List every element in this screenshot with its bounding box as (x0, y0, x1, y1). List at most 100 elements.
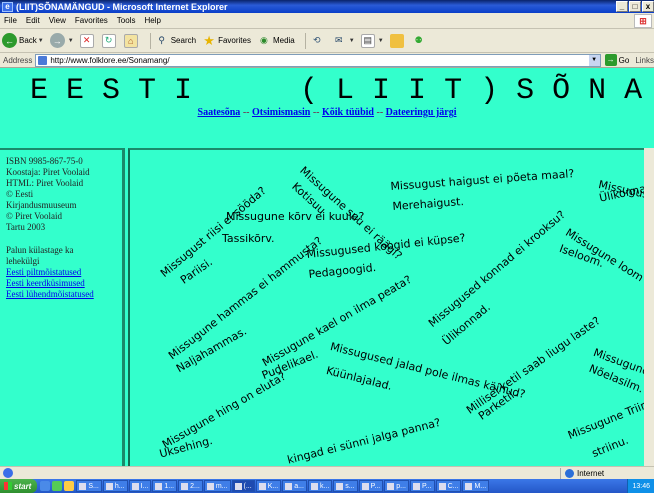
address-dropdown-icon[interactable]: ▼ (588, 54, 600, 66)
close-button[interactable]: x (642, 1, 654, 12)
task-label: P... (370, 482, 381, 490)
menu-favorites[interactable]: Favorites (75, 16, 108, 25)
task-label: 2... (190, 482, 200, 490)
media-button[interactable]: ◉ Media (257, 34, 295, 48)
vertical-scrollbar[interactable] (644, 148, 654, 466)
search-button[interactable]: ⚲ Search (155, 34, 196, 48)
minimize-button[interactable]: _ (616, 1, 628, 12)
taskbar-button[interactable]: 2... (178, 480, 203, 492)
task-icon (258, 482, 266, 490)
internet-globe-icon (565, 469, 574, 478)
home-button[interactable]: ⌂ (123, 33, 140, 48)
mail-dropdown-icon[interactable]: ▼ (349, 38, 355, 44)
taskbar-button[interactable]: P... (358, 480, 384, 492)
quicklaunch-desktop-icon[interactable] (52, 481, 63, 491)
stop-button[interactable]: ✕ (79, 33, 96, 48)
edit-dropdown-icon[interactable]: ▼ (378, 38, 384, 44)
task-icon (465, 482, 473, 490)
refresh-icon: ↻ (101, 33, 116, 48)
task-label: a... (294, 482, 304, 490)
task-icon (234, 482, 242, 490)
back-button[interactable]: ← Back ▼ (2, 33, 44, 48)
refresh-button[interactable]: ↻ (101, 33, 118, 48)
task-icon (412, 482, 420, 490)
back-arrow-icon: ← (2, 33, 17, 48)
quicklaunch-folder-icon[interactable] (64, 481, 75, 491)
home-icon: ⌂ (123, 33, 138, 48)
menu-edit[interactable]: Edit (26, 16, 40, 25)
task-label: (... (243, 482, 252, 490)
history-button[interactable]: ⟲ (310, 34, 326, 48)
standard-toolbar: ← Back ▼ → ▼ ✕ ↻ ⌂ ⚲ Search ★ Favorites … (0, 29, 654, 53)
taskbar-button-active[interactable]: (... (231, 480, 255, 492)
nav-separator: -- (373, 107, 386, 118)
taskbar-button[interactable]: p... (384, 480, 409, 492)
menu-tools[interactable]: Tools (117, 16, 136, 25)
quicklaunch-ie-icon[interactable] (40, 481, 51, 491)
start-button[interactable]: start (0, 479, 38, 493)
task-label: I... (140, 482, 149, 490)
forward-button[interactable]: → ▼ (49, 33, 74, 48)
taskbar-button[interactable]: m... (203, 480, 231, 492)
menu-view[interactable]: View (49, 16, 66, 25)
back-dropdown-icon[interactable]: ▼ (38, 38, 44, 44)
nav-koik-tuubid-link[interactable]: Kõik tüübid (322, 107, 374, 118)
task-label: h... (114, 482, 125, 490)
taskbar-button[interactable]: M... (462, 480, 490, 492)
taskbar-button[interactable]: S... (76, 480, 102, 492)
forward-dropdown-icon[interactable]: ▼ (68, 38, 74, 44)
mail-button[interactable]: ✉ ▼ (332, 34, 355, 48)
favorites-button[interactable]: ★ Favorites (202, 33, 251, 48)
taskbar-button[interactable]: s... (333, 480, 358, 492)
nav-dateeringu-jargi-link[interactable]: Dateeringu järgi (386, 107, 457, 118)
menu-file[interactable]: File (4, 16, 17, 25)
task-label: M... (474, 482, 487, 490)
taskbar-button[interactable]: K... (255, 480, 282, 492)
riddle-question: Missugune Triin (566, 398, 650, 443)
task-icon (155, 482, 163, 490)
links-toolbar[interactable]: Links (635, 56, 654, 65)
nav-separator: -- (310, 107, 322, 118)
taskbar-button[interactable]: 1... (152, 480, 178, 492)
taskbar-button[interactable]: C... (435, 480, 462, 492)
task-label: P... (421, 482, 432, 490)
folder-button[interactable] (389, 33, 406, 48)
task-label: S... (88, 482, 99, 490)
go-button[interactable]: → Go (604, 54, 629, 66)
place-year-text: Tartu 2003 (6, 222, 46, 232)
riddle-question: Millisel ketil saab liugu laste? (464, 314, 603, 417)
system-tray: 13:46 (627, 479, 654, 493)
ie-app-icon: e (2, 1, 13, 12)
task-icon (336, 482, 344, 490)
print-button[interactable]: ▤ ▼ (360, 33, 384, 48)
compiler-text: Koostaja: Piret Voolaid (6, 167, 90, 177)
media-label: Media (272, 36, 295, 45)
keerdkusimused-link[interactable]: Eesti keerdküsimused (6, 278, 94, 289)
riddle-answer: Pedagoogid. (308, 260, 377, 281)
nav-saatesona-link[interactable]: Saatesõna (198, 107, 241, 118)
piltmoistatused-link[interactable]: Eesti piltmõistatused (6, 267, 94, 278)
window-title-bar[interactable]: e (LIIT)SÕNAMÄNGUD - Microsoft Internet … (0, 0, 654, 13)
taskbar-button[interactable]: h... (102, 480, 128, 492)
clock[interactable]: 13:46 (632, 483, 650, 490)
taskbar-button[interactable]: k... (307, 480, 333, 492)
taskbar-button[interactable]: a... (282, 480, 307, 492)
page-status-icon (3, 468, 13, 478)
print-icon: ▤ (360, 33, 375, 48)
nav-otsimismasin-link[interactable]: Otsimismasin (252, 107, 310, 118)
windows-flag-icon (4, 482, 12, 490)
page-title: E E S T I ( L I I T ) S Õ N A M Ä N G U … (30, 74, 643, 108)
taskbar-button[interactable]: I... (128, 480, 152, 492)
task-label: s... (345, 482, 355, 490)
address-bar: Address http://www.folklore.ee/Sonamang/… (0, 53, 654, 68)
messenger-icon: ⚉ (414, 35, 423, 45)
menu-help[interactable]: Help (144, 16, 160, 25)
messenger-button[interactable]: ⚉ (412, 34, 428, 48)
taskbar-button[interactable]: P... (409, 480, 435, 492)
luhendmoistatused-link[interactable]: Eesti lühendmõistatused (6, 289, 94, 300)
windows-logo-icon: ⊞ (634, 14, 652, 28)
address-input[interactable]: http://www.folklore.ee/Sonamang/ ▼ (35, 53, 601, 67)
toolbar-separator (149, 32, 151, 49)
maximize-button[interactable]: □ (629, 1, 641, 12)
visit-note-text-2: lehekülgi (6, 256, 40, 266)
